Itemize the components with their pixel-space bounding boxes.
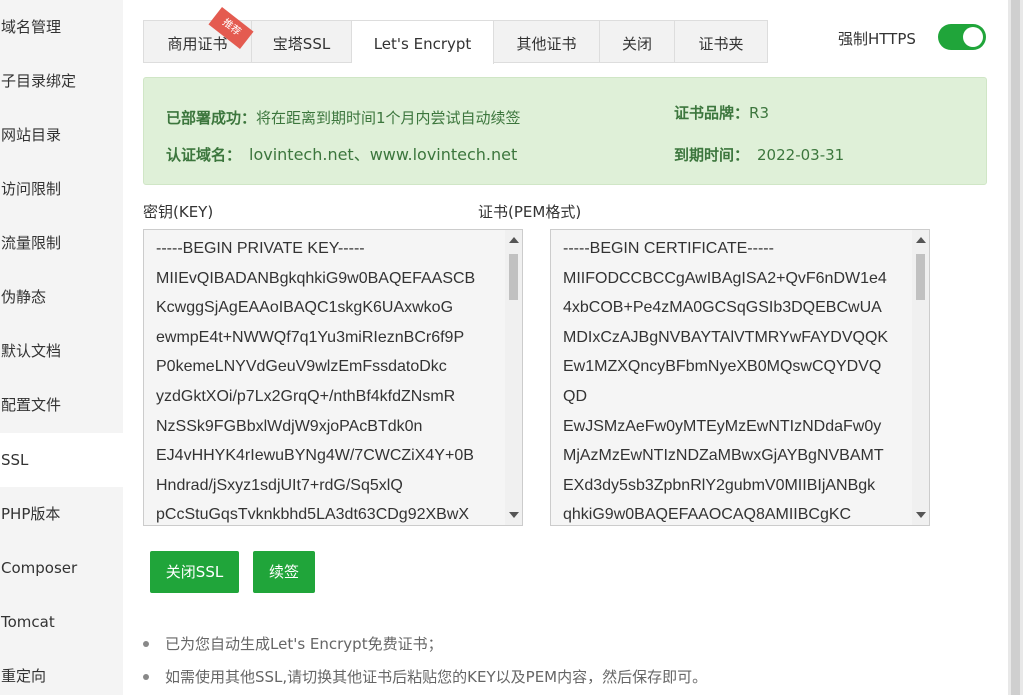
sidebar-item-domain[interactable]: 域名管理: [0, 0, 123, 54]
cert-line: Ew1MZXQncyBFbmNyeXB0MQswCQYDVQ: [563, 358, 882, 376]
expire-date: 到期时间： 2022-03-31: [674, 144, 844, 165]
key-line: ewmpE4t+NWWQf7q1Yu3miRIeznBCr6f9P: [156, 328, 465, 346]
deploy-status: 已部署成功：将在距离到期时间1个月内尝试自动续签: [166, 107, 521, 128]
scroll-up-icon[interactable]: [916, 237, 926, 243]
cert-line: QD: [563, 387, 587, 405]
deploy-status-value: 将在距离到期时间1个月内尝试自动续签: [256, 109, 521, 127]
key-line: NzSSk9FGBbxlWdjW9xjoPAcBTdk0n: [156, 417, 423, 435]
sidebar-item-rewrite[interactable]: 伪静态: [0, 270, 123, 324]
expire-date-key: 到期时间：: [674, 146, 750, 164]
deploy-status-key: 已部署成功：: [166, 109, 257, 127]
renew-button[interactable]: 续签: [253, 551, 315, 593]
expire-date-value: 2022-03-31: [757, 146, 845, 164]
tab-close[interactable]: 关闭: [600, 21, 675, 63]
page-scrollbar[interactable]: [1008, 0, 1023, 695]
key-line: Hndrad/jSxyz1sdjUIt7+rdG/Sq5xlQ: [156, 476, 403, 494]
cert-line: MDIxCzAJBgNVBAYTAlVTMRYwFAYDVQQK: [563, 328, 889, 346]
sidebar-item-redirect[interactable]: 重定向: [0, 649, 123, 695]
cert-brand-value: R3: [749, 104, 769, 122]
key-textarea[interactable]: -----BEGIN PRIVATE KEY----- MIIEvQIBADAN…: [143, 229, 523, 526]
sidebar-item-access-limit[interactable]: 访问限制: [0, 162, 123, 216]
key-line: MIIEvQIBADANBgkqhkiG9w0BAQEFAASCB: [156, 269, 476, 287]
cert-scrollbar[interactable]: [912, 230, 929, 525]
scroll-down-icon[interactable]: [509, 512, 519, 518]
key-label: 密钥(KEY): [143, 203, 214, 221]
cert-line: MIIFODCCBCCgAwIBAgISA2+QvF6nDW1e4: [563, 269, 887, 287]
force-https-label: 强制HTTPS: [838, 30, 916, 48]
sidebar-item-subdir[interactable]: 子目录绑定: [0, 54, 123, 108]
tab-cert-folder[interactable]: 证书夹: [675, 21, 767, 63]
ssl-info-panel: 已部署成功：将在距离到期时间1个月内尝试自动续签 认证域名： lovintech.…: [143, 77, 987, 185]
sidebar-item-ssl[interactable]: SSL: [0, 433, 123, 487]
cert-content: -----BEGIN CERTIFICATE----- MIIFODCCBCCg…: [563, 234, 889, 525]
cert-scroll-thumb[interactable]: [916, 254, 925, 300]
key-scroll-thumb[interactable]: [509, 254, 518, 300]
auth-domain-value: lovintech.net、www.lovintech.net: [249, 145, 518, 164]
key-line: KcwggSjAgEAAoIBAQC1skgK6UAxwkoG: [156, 299, 454, 317]
key-line: yzdGktXOi/p7Lx2GrqQ+/nthBf4kfdZNsmR: [156, 387, 456, 405]
cert-line: EwJSMzAeFw0yMTEyMzEwNTIzNDdaFw0y: [563, 417, 882, 435]
sidebar-item-tomcat[interactable]: Tomcat: [0, 595, 123, 649]
help-note: 已为您自动生成Let's Encrypt免费证书；: [143, 630, 707, 663]
force-https-toggle[interactable]: [938, 24, 986, 50]
ssl-tabbar: 商用证书 推荐 宝塔SSL Let's Encrypt 其他证书 关闭 证书夹: [143, 7, 768, 64]
cert-brand-key: 证书品牌：: [674, 104, 750, 122]
sidebar-item-config[interactable]: 配置文件: [0, 378, 123, 432]
tab-other-cert[interactable]: 其他证书: [494, 21, 600, 63]
cert-brand: 证书品牌：R3: [674, 102, 769, 123]
cert-label: 证书(PEM格式): [478, 203, 582, 221]
sidebar-item-default-doc[interactable]: 默认文档: [0, 324, 123, 378]
auth-domain: 认证域名： lovintech.net、www.lovintech.net: [166, 141, 517, 165]
tab-commercial-cert[interactable]: 商用证书 推荐: [144, 7, 254, 63]
key-content: -----BEGIN PRIVATE KEY----- MIIEvQIBADAN…: [156, 234, 476, 525]
key-line: pCcStuGqsTvknkbhd5LA3dt63CDg92XBwX: [156, 506, 470, 524]
tab-bt-ssl[interactable]: 宝塔SSL: [252, 21, 352, 63]
tab-label: 商用证书: [167, 35, 228, 53]
scroll-up-icon[interactable]: [509, 237, 519, 243]
cert-line: EXd3dy5sb3ZpbnRlY2gubmV0MIIBIjANBgk: [563, 476, 876, 494]
help-notes: 已为您自动生成Let's Encrypt免费证书； 如需使用其他SSL,请切换其…: [143, 630, 707, 695]
sidebar-item-composer[interactable]: Composer: [0, 541, 123, 595]
sidebar: 域名管理 子目录绑定 网站目录 访问限制 流量限制 伪静态 默认文档 配置文件 …: [0, 0, 123, 695]
key-line: P0kemeLNYVdGeuV9wlzEmFssdatoDkc: [156, 358, 447, 376]
close-ssl-button[interactable]: 关闭SSL: [150, 551, 239, 593]
toggle-knob: [963, 27, 983, 47]
key-line: -----BEGIN PRIVATE KEY-----: [156, 240, 365, 257]
cert-line: qhkiG9w0BAQEFAAOCAQ8AMIIBCgKC: [563, 506, 852, 524]
page-scrollbar-thumb[interactable]: [1011, 0, 1020, 695]
auth-domain-key: 认证域名：: [166, 146, 242, 164]
tab-lets-encrypt[interactable]: Let's Encrypt: [352, 21, 494, 64]
cert-line: 4xbCOB+Pe4zMA0GCSqGSIb3DQEBCwUA: [563, 299, 882, 317]
sidebar-item-site-dir[interactable]: 网站目录: [0, 108, 123, 162]
cert-line: -----BEGIN CERTIFICATE-----: [563, 240, 774, 257]
scroll-down-icon[interactable]: [916, 512, 926, 518]
help-note: 如需使用其他SSL,请切换其他证书后粘贴您的KEY以及PEM内容，然后保存即可。: [143, 663, 707, 695]
cert-line: MjAzMzEwNTIzNDZaMBwxGjAYBgNVBAMT: [563, 447, 884, 465]
key-line: EJ4vHHYK4rIewuBYNg4W/7CWCZiX4Y+0B: [156, 447, 474, 465]
sidebar-item-traffic-limit[interactable]: 流量限制: [0, 216, 123, 270]
sidebar-item-php-version[interactable]: PHP版本: [0, 487, 123, 541]
cert-textarea[interactable]: -----BEGIN CERTIFICATE----- MIIFODCCBCCg…: [550, 229, 930, 526]
key-scrollbar[interactable]: [505, 230, 522, 525]
